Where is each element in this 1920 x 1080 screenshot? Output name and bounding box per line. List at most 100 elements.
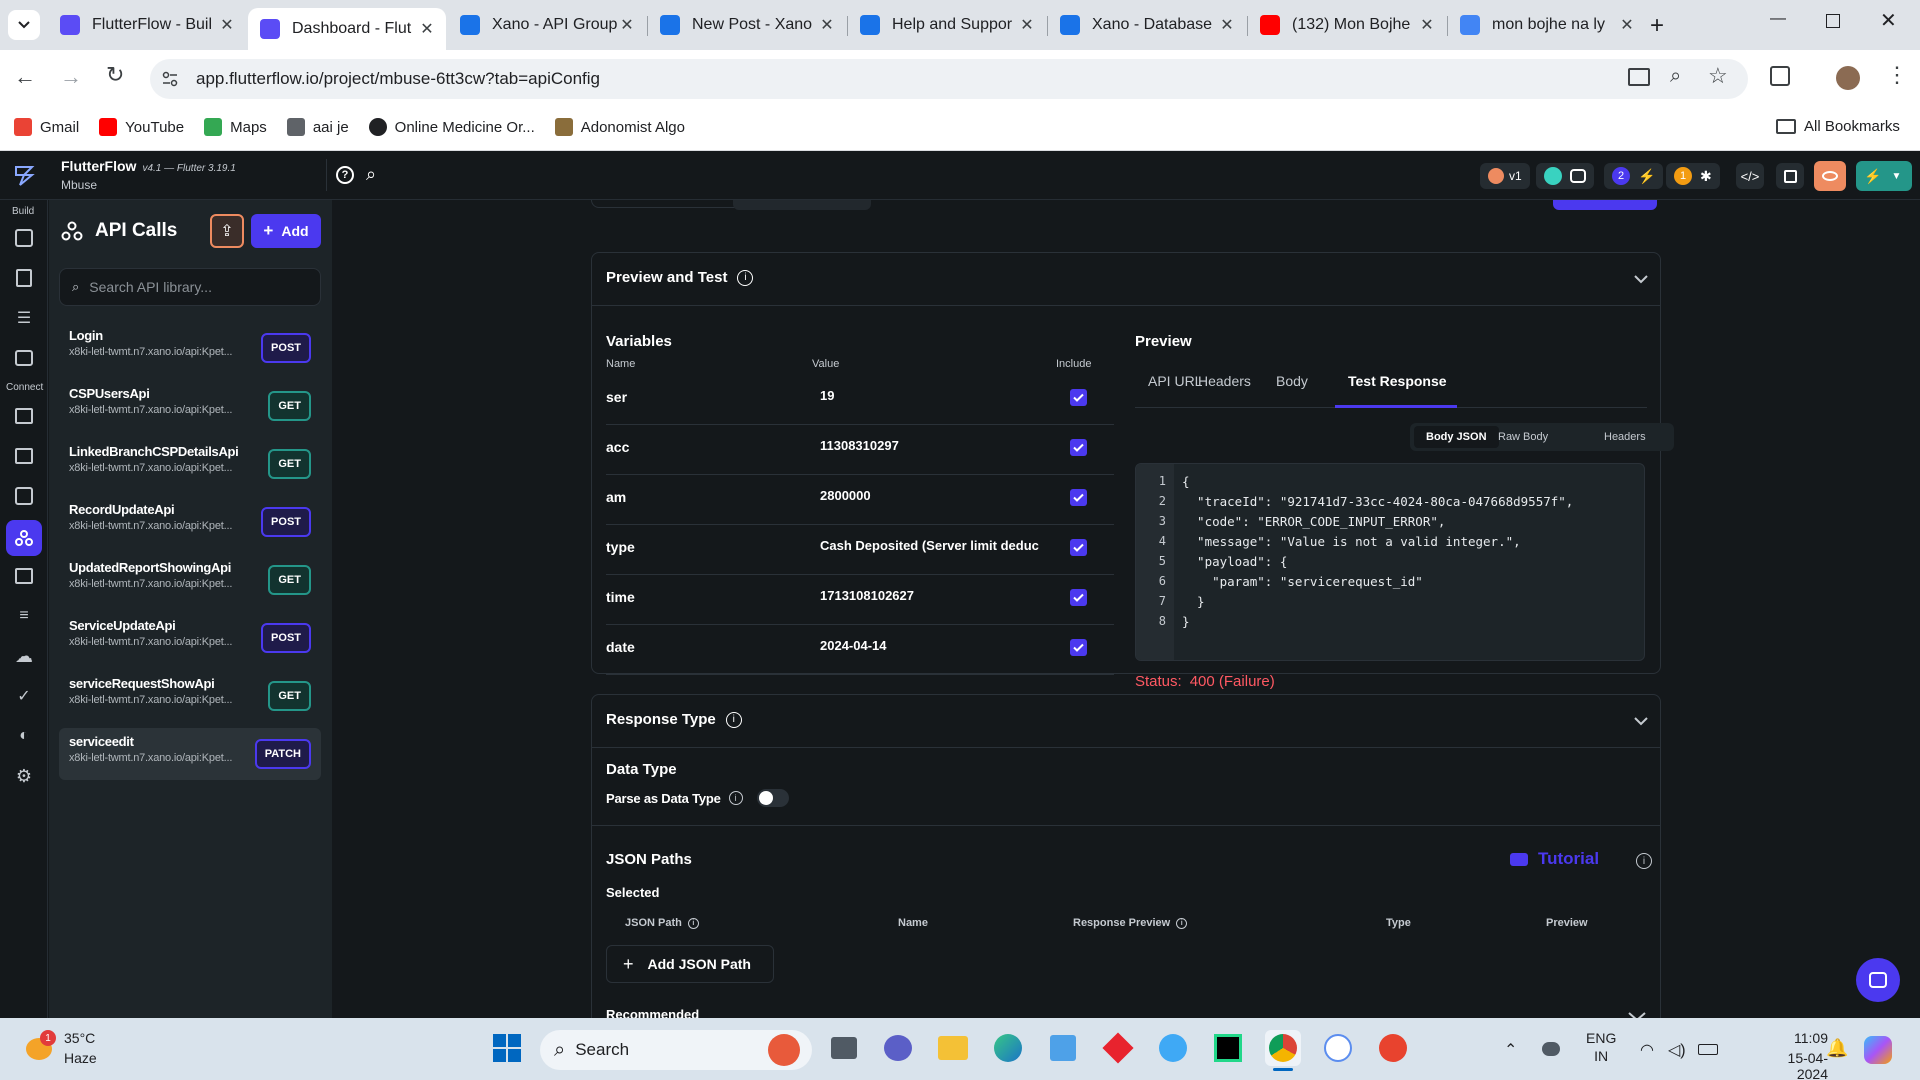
info-icon[interactable]: i bbox=[725, 711, 742, 728]
theme-icon[interactable]: ◐ bbox=[12, 724, 36, 748]
preview-tab[interactable]: Test Response bbox=[1348, 373, 1447, 389]
settings-gear-icon[interactable]: ⚙ bbox=[12, 764, 36, 788]
copilot-icon[interactable] bbox=[1864, 1036, 1892, 1064]
variable-value-input[interactable]: 1713108102627 bbox=[820, 588, 1050, 603]
onedrive-icon[interactable] bbox=[1542, 1042, 1560, 1056]
start-button[interactable] bbox=[489, 1030, 525, 1066]
volume-icon[interactable]: ◁) bbox=[1668, 1040, 1686, 1060]
meet-icon[interactable] bbox=[880, 1030, 916, 1066]
upload-button[interactable]: ⇪ bbox=[210, 214, 244, 248]
api-list-item[interactable]: UpdatedReportShowingApi x8ki-letl-twmt.n7… bbox=[59, 554, 321, 606]
api-list-item[interactable]: Login x8ki-letl-twmt.n7.xano.io/api:Kpet.… bbox=[59, 322, 321, 374]
run-button[interactable]: ⚡ ▼ bbox=[1856, 161, 1912, 191]
preview-tab[interactable]: API URL bbox=[1148, 373, 1202, 389]
forward-icon[interactable]: → bbox=[60, 64, 82, 90]
include-checkbox[interactable] bbox=[1070, 639, 1087, 656]
help-icon[interactable]: ? bbox=[336, 166, 354, 184]
browser-tab[interactable]: Xano - API Group ✕ bbox=[448, 8, 646, 42]
profile-avatar[interactable] bbox=[1836, 66, 1860, 90]
vpn-icon[interactable] bbox=[1155, 1030, 1191, 1066]
variable-value-input[interactable]: 11308310297 bbox=[820, 438, 1050, 453]
variable-value-input[interactable]: 19 bbox=[820, 388, 1050, 403]
bookmark-item[interactable]: Maps bbox=[204, 118, 267, 136]
flutterflow-logo-icon[interactable] bbox=[12, 163, 36, 187]
preview-eye-icon[interactable] bbox=[1814, 161, 1846, 191]
media-assets-icon[interactable] bbox=[12, 564, 36, 588]
language-indicator[interactable]: ENG IN bbox=[1586, 1030, 1616, 1064]
collapse-chevron-icon[interactable] bbox=[1634, 713, 1648, 729]
info-icon[interactable]: i bbox=[728, 791, 743, 805]
browser-menu-icon[interactable]: ⋮ bbox=[1886, 62, 1908, 88]
address-bar[interactable]: app.flutterflow.io/project/mbuse-6tt3cw?… bbox=[150, 59, 1748, 99]
install-app-icon[interactable] bbox=[1628, 68, 1650, 86]
bookmark-item[interactable]: Adonomist Algo bbox=[554, 118, 685, 136]
database-icon[interactable] bbox=[12, 404, 36, 428]
code-icon[interactable]: </> bbox=[1736, 163, 1764, 189]
wps-icon[interactable] bbox=[1375, 1030, 1411, 1066]
restore-button[interactable] bbox=[1826, 14, 1840, 28]
include-checkbox[interactable] bbox=[1070, 539, 1087, 556]
chrome-icon[interactable] bbox=[1265, 1030, 1301, 1066]
battery-icon[interactable] bbox=[1698, 1044, 1718, 1055]
variable-value-input[interactable]: Cash Deposited (Server limit deduc bbox=[820, 538, 1050, 553]
browser-tab[interactable]: (132) Mon Bojhe ✕ bbox=[1248, 8, 1446, 42]
close-tab-icon[interactable]: ✕ bbox=[1618, 15, 1636, 35]
task-view-icon[interactable] bbox=[826, 1030, 862, 1066]
api-list-item[interactable]: ServiceUpdateApi x8ki-letl-twmt.n7.xano.i… bbox=[59, 612, 321, 664]
version-badge[interactable]: v1 bbox=[1480, 163, 1530, 189]
bookmark-item[interactable]: Online Medicine Or... bbox=[368, 118, 535, 136]
browser-tab[interactable]: Help and Suppor ✕ bbox=[848, 8, 1046, 42]
cloud-icon[interactable]: ☁ bbox=[12, 644, 36, 668]
api-list-item[interactable]: serviceedit x8ki-letl-twmt.n7.xano.io/api… bbox=[59, 728, 321, 780]
variable-value-input[interactable]: 2800000 bbox=[820, 488, 1050, 503]
search-icon[interactable]: ⌕ bbox=[366, 164, 376, 185]
parse-toggle[interactable] bbox=[756, 789, 789, 807]
api-calls-icon[interactable] bbox=[6, 520, 42, 556]
app-state-icon[interactable] bbox=[12, 484, 36, 508]
bookmark-item[interactable]: YouTube bbox=[99, 118, 184, 136]
browser-tab[interactable]: FlutterFlow - Buil ✕ bbox=[48, 8, 246, 42]
browser-tab[interactable]: Xano - Database ✕ bbox=[1048, 8, 1246, 42]
clock[interactable]: 11:09 15-04-2024 bbox=[1766, 1030, 1828, 1080]
close-tab-icon[interactable]: ✕ bbox=[818, 15, 836, 35]
extensions-icon[interactable] bbox=[1770, 66, 1790, 86]
api-list-item[interactable]: serviceRequestShowApi x8ki-letl-twmt.n7.x… bbox=[59, 670, 321, 722]
notifications-group[interactable]: 2 ⚡ bbox=[1604, 163, 1664, 189]
new-tab-button[interactable]: + bbox=[1650, 12, 1664, 40]
minimize-button[interactable]: — bbox=[1770, 10, 1786, 28]
notification-bell-icon[interactable]: 🔔 bbox=[1826, 1038, 1848, 1059]
bookmark-star-icon[interactable]: ☆ bbox=[1708, 63, 1728, 89]
response-sub-tab[interactable]: Headers bbox=[1592, 426, 1658, 448]
all-bookmarks[interactable]: All Bookmarks bbox=[1776, 118, 1900, 135]
info-icon[interactable]: i bbox=[737, 269, 754, 286]
pages-icon[interactable] bbox=[12, 266, 36, 290]
custom-code-icon[interactable]: ≡ bbox=[12, 604, 36, 628]
add-api-button[interactable]: + Add bbox=[251, 214, 321, 248]
preview-tab[interactable]: Body bbox=[1276, 373, 1308, 389]
tutorial-link[interactable]: Tutorial bbox=[1510, 849, 1599, 869]
variable-value-input[interactable]: 2024-04-14 bbox=[820, 638, 1050, 653]
taskbar-search[interactable]: ⌕ Search bbox=[540, 1030, 812, 1070]
browser-tab[interactable]: Dashboard - Flut ✕ bbox=[248, 8, 446, 50]
browser-tab[interactable]: mon bojhe na ly ✕ bbox=[1448, 8, 1646, 42]
vpn-shield-icon[interactable] bbox=[1320, 1030, 1356, 1066]
open-external-icon[interactable] bbox=[1776, 163, 1804, 189]
store-icon[interactable] bbox=[1045, 1030, 1081, 1066]
close-tab-icon[interactable]: ✕ bbox=[418, 19, 436, 39]
edge-icon[interactable] bbox=[990, 1030, 1026, 1066]
bookmark-item[interactable]: aai je bbox=[286, 118, 349, 136]
include-checkbox[interactable] bbox=[1070, 389, 1087, 406]
info-icon[interactable]: i bbox=[1636, 853, 1652, 869]
wifi-icon[interactable]: ◠ bbox=[1640, 1040, 1654, 1060]
info-icon[interactable]: i bbox=[1176, 917, 1188, 929]
back-icon[interactable]: ← bbox=[14, 64, 36, 90]
bookmark-item[interactable]: Gmail bbox=[14, 118, 79, 136]
components-icon[interactable] bbox=[12, 346, 36, 370]
include-checkbox[interactable] bbox=[1070, 589, 1087, 606]
chevron-down-icon[interactable]: ▼ bbox=[1891, 171, 1901, 182]
zoom-icon[interactable]: ⌕ bbox=[1670, 65, 1681, 88]
close-tab-icon[interactable]: ✕ bbox=[618, 15, 636, 35]
info-icon[interactable]: i bbox=[687, 917, 699, 929]
add-json-path-button[interactable]: + Add JSON Path bbox=[606, 945, 774, 983]
pycharm-icon[interactable] bbox=[1210, 1030, 1246, 1066]
